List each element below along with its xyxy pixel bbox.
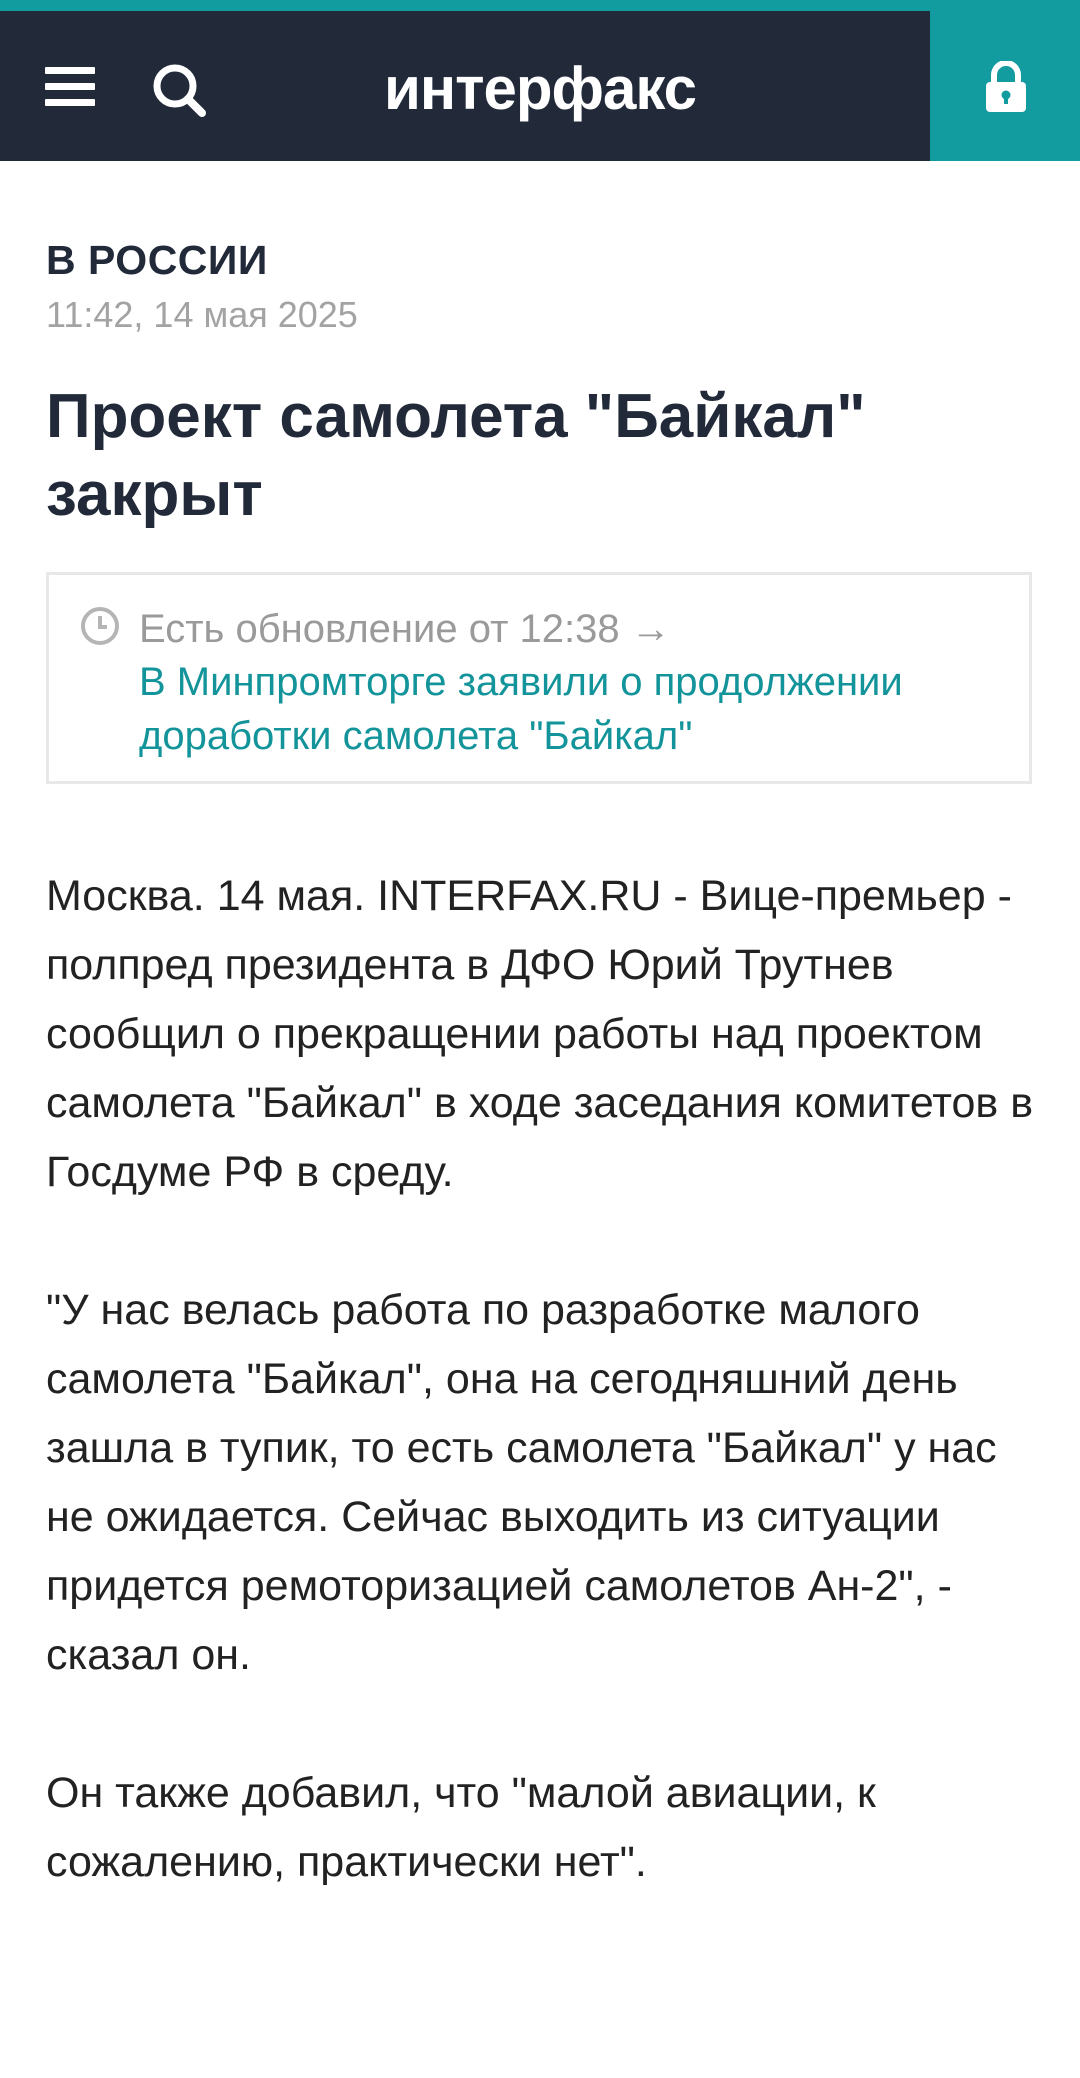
article-paragraph: "У нас велась работа по разработке малог… xyxy=(46,1286,997,1679)
logo-text: интерфакс xyxy=(384,55,697,122)
article-paragraph: Он также добавил, что "малой авиации, к … xyxy=(46,1769,876,1886)
lock-icon[interactable] xyxy=(930,11,1080,161)
hamburger-menu-icon[interactable] xyxy=(40,61,100,111)
publish-timestamp: 11:42, 14 мая 2025 xyxy=(46,294,358,335)
article-title: Проект самолета "Байкал" закрыт xyxy=(46,382,866,529)
update-link[interactable]: В Минпромторге заявили о продолжении дор… xyxy=(139,655,1019,763)
article-paragraph: Москва. 14 мая. INTERFAX.RU - Вице-премь… xyxy=(46,872,1034,1196)
top-accent-strip xyxy=(0,0,1080,11)
site-logo[interactable]: интерфакс xyxy=(384,39,704,149)
section-label[interactable]: В РОССИИ xyxy=(46,240,268,281)
clock-icon xyxy=(81,607,119,645)
update-notice: Есть обновление от 12:38 → В Минпромторг… xyxy=(46,572,1032,784)
update-label: Есть обновление от 12:38 → xyxy=(139,607,671,651)
search-icon[interactable] xyxy=(152,63,212,123)
article-body: Москва. 14 мая. INTERFAX.RU - Вице-премь… xyxy=(46,862,1046,1966)
site-header: интерфакс xyxy=(0,11,1080,161)
